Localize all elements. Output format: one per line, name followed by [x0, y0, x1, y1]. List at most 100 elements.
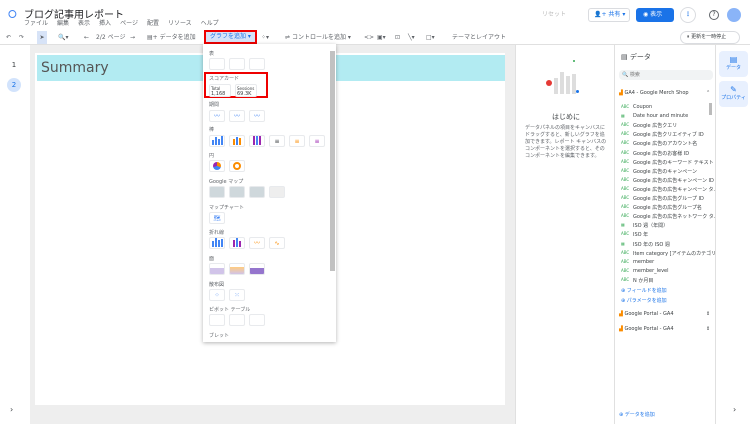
properties-tab[interactable]: ✎ プロパティ — [719, 81, 748, 107]
field-item[interactable]: ▦ Date hour and minute — [621, 113, 688, 119]
menu-arrange[interactable]: 配置 — [147, 18, 159, 27]
looker-studio-logo[interactable]: ⭘ — [8, 9, 17, 20]
expand-source-icon[interactable]: ⇕ — [706, 311, 710, 317]
field-item[interactable]: ABC Google 広告のアカウント名 — [621, 140, 697, 147]
line-map-icon[interactable] — [269, 186, 285, 198]
menu-file[interactable]: ファイル — [24, 18, 48, 27]
pivot-bars-icon[interactable] — [229, 314, 245, 326]
image-icon[interactable]: ▣▾ — [377, 31, 386, 44]
data-source-portal-1[interactable]: ▟ Google Portal - GA4 — [619, 311, 674, 317]
pivot-heatmap-icon[interactable] — [249, 314, 265, 326]
scatter-chart-icon[interactable]: ⁘ — [209, 289, 225, 301]
field-item[interactable]: ABC Google 広告の広告グループ ID — [621, 195, 704, 202]
field-item[interactable]: ABC Google 広告のお客様 ID — [621, 150, 689, 157]
bubble-map-icon[interactable] — [209, 186, 225, 198]
scorecard-compact-option[interactable]: Sessions 69.3K — [235, 84, 257, 97]
column-chart-icon[interactable] — [209, 135, 225, 147]
prev-page-icon[interactable]: ← — [84, 31, 89, 44]
field-item[interactable]: ▦ ISO 年の ISO 週 — [621, 241, 670, 248]
timeseries-icon[interactable]: 〰 — [209, 110, 225, 122]
add-data-button[interactable]: ▤+ データを追加 — [147, 31, 196, 44]
undo-icon[interactable]: ↶ — [6, 31, 11, 44]
menu-view[interactable]: 表示 — [78, 18, 90, 27]
menu-scrollbar[interactable] — [330, 47, 335, 339]
geo-chart-icon[interactable]: 🗺 — [209, 212, 225, 224]
view-button[interactable]: ◉ 表示 — [636, 8, 674, 22]
field-item[interactable]: ABC Google 広告の広告キャンペーン タ... — [621, 186, 718, 193]
shape-icon[interactable]: □▾ — [426, 31, 435, 44]
add-field-button[interactable]: ⊕ フィールドを追加 — [621, 287, 667, 294]
url-embed-button[interactable]: <> — [364, 31, 374, 44]
field-item[interactable]: ABC Google 広告の広告グループ名 — [621, 204, 702, 211]
collapse-panel-icon[interactable]: › — [733, 405, 736, 414]
menu-page[interactable]: ページ — [120, 18, 138, 27]
100-bar-icon[interactable]: ≡ — [309, 135, 325, 147]
data-source-portal-2[interactable]: ▟ Google Portal - GA4 — [619, 326, 674, 332]
theme-layout-button[interactable]: テーマとレイアウト — [452, 31, 506, 44]
field-item[interactable]: ABC Google 広告クエリ — [621, 122, 677, 129]
field-item[interactable]: ABC Google 広告のキャンペーン — [621, 168, 697, 175]
page-1[interactable]: 1 — [7, 58, 21, 72]
field-item[interactable]: ABC Google 広告の広告キャンペーン ID — [621, 177, 714, 184]
data-source-ga4-merch[interactable]: ▟ GA4 - Google Merch Shop — [619, 90, 689, 96]
line-icon[interactable]: ╲▾ — [408, 31, 415, 44]
next-page-icon[interactable]: → — [130, 31, 135, 44]
field-item[interactable]: ABC N か月目 — [621, 277, 653, 284]
field-item[interactable]: ABC Google 広告クリエイティブ ID — [621, 131, 704, 138]
field-scrollbar[interactable] — [709, 103, 712, 115]
field-item[interactable]: ▦ ISO 週（年間） — [621, 222, 668, 229]
field-item[interactable]: ABC Google 広告の広告ネットワーク タ... — [621, 213, 719, 220]
smoothed-timeseries-icon[interactable]: 〰 — [249, 110, 265, 122]
zoom-button[interactable]: 🔍▾ — [58, 31, 68, 44]
heatmap-map-icon[interactable] — [249, 186, 265, 198]
table-bars-icon[interactable] — [229, 58, 245, 70]
field-item[interactable]: ABC Google 広告のキーワード テキスト — [621, 159, 714, 166]
line-chart-icon[interactable]: 〰 — [249, 237, 265, 249]
avatar[interactable] — [727, 8, 741, 22]
bubble-chart-icon[interactable]: ⁙ — [229, 289, 245, 301]
100-column-icon[interactable] — [249, 135, 265, 147]
expand-icon[interactable]: › — [10, 405, 13, 414]
table-icon[interactable] — [209, 58, 225, 70]
field-item[interactable]: ABC Coupon — [621, 104, 652, 110]
menu-insert[interactable]: 挿入 — [99, 18, 111, 27]
pie-chart-icon[interactable] — [209, 160, 225, 172]
stacked-bar-icon[interactable]: ≡ — [289, 135, 305, 147]
field-item[interactable]: ABC ISO 年 — [621, 231, 648, 238]
add-control-button[interactable]: ⇌ コントロールを追加 ▾ — [285, 31, 351, 44]
pivot-table-icon[interactable] — [209, 314, 225, 326]
search-input[interactable]: 🔍 検索 — [619, 70, 713, 80]
combo-chart-icon[interactable] — [209, 237, 225, 249]
field-item[interactable]: ABC Item category [アイテムのカテゴリ] — [621, 250, 718, 257]
more-options-button[interactable]: ⋮ — [680, 7, 696, 23]
data-tab[interactable]: ▤ データ — [719, 51, 748, 77]
share-button[interactable]: 👤+ 共有 ▾ — [588, 8, 630, 22]
filled-map-icon[interactable] — [229, 186, 245, 198]
text-icon[interactable]: ⊡ — [395, 31, 400, 44]
bar-chart-icon[interactable]: ≡ — [269, 135, 285, 147]
page-2[interactable]: 2 — [7, 78, 21, 92]
menu-help[interactable]: ヘルプ — [201, 18, 219, 27]
add-data-link[interactable]: ⊕ データを追加 — [619, 411, 655, 418]
add-parameter-button[interactable]: ⊕ パラメータを追加 — [621, 297, 667, 304]
donut-chart-icon[interactable] — [229, 160, 245, 172]
smoothed-line-icon[interactable]: ∿ — [269, 237, 285, 249]
add-chart-button[interactable]: グラフを追加 ▾ — [204, 30, 257, 44]
stacked-area-icon[interactable] — [229, 263, 245, 275]
collapse-icon[interactable]: ⌃ — [706, 90, 710, 96]
select-tool-icon[interactable]: ➤ — [37, 31, 47, 44]
sparkline-icon[interactable]: 〰 — [229, 110, 245, 122]
table-heatmap-icon[interactable] — [249, 58, 265, 70]
scorecard-option[interactable]: Total 1,168 — [209, 84, 231, 97]
area-chart-icon[interactable] — [209, 263, 225, 275]
expand-source-icon[interactable]: ⇕ — [706, 326, 710, 332]
pause-updates-button[interactable]: ⏸ 更新を一時停止 — [680, 31, 740, 44]
stacked-column-icon[interactable] — [229, 135, 245, 147]
redo-icon[interactable]: ↷ — [19, 31, 24, 44]
menu-edit[interactable]: 編集 — [57, 18, 69, 27]
field-item[interactable]: ABC member_level — [621, 268, 669, 274]
menu-resource[interactable]: リソース — [168, 18, 192, 27]
reset-button[interactable]: リセット — [538, 8, 580, 22]
100-area-icon[interactable] — [249, 263, 265, 275]
help-icon[interactable]: ? — [709, 10, 719, 20]
